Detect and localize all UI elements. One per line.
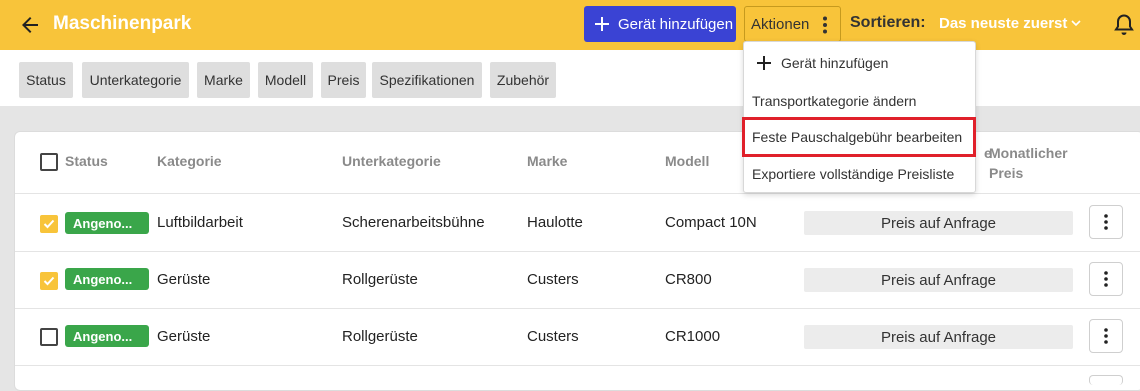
plus-icon [757, 56, 771, 70]
cell-kategorie: Luftbildarbeit [157, 214, 243, 231]
more-vertical-icon [1104, 214, 1108, 230]
select-all-checkbox[interactable] [40, 153, 58, 171]
actions-label: Aktionen [751, 15, 810, 33]
filter-modell[interactable]: Modell [258, 62, 313, 98]
chevron-down-icon[interactable] [1070, 17, 1082, 29]
row-divider [15, 365, 1140, 366]
column-unterkategorie[interactable]: Unterkategorie [342, 153, 441, 169]
more-vertical-icon [823, 16, 827, 34]
cell-unterkategorie: Scherenarbeitsbühne [342, 214, 485, 231]
row-checkbox[interactable] [40, 215, 58, 233]
column-monthly-label-2: Preis [989, 165, 1024, 181]
cell-kategorie: Gerüste [157, 328, 211, 345]
status-badge: Angeno... [65, 325, 149, 347]
row-menu-button[interactable] [1089, 375, 1123, 385]
column-monthly-price[interactable]: e Monatlicher Preis [984, 143, 1068, 183]
page-title: Maschinenpark [53, 13, 192, 34]
status-badge: Angeno... [65, 212, 149, 234]
filter-status[interactable]: Status [19, 62, 73, 98]
filter-marke[interactable]: Marke [197, 62, 250, 98]
cell-marke: Haulotte [527, 214, 583, 231]
row-checkbox[interactable] [40, 272, 58, 290]
cell-price: Preis auf Anfrage [804, 325, 1073, 349]
add-device-label: Gerät hinzufügen [618, 15, 734, 33]
sort-label: Sortieren: [850, 14, 926, 31]
plus-icon [595, 17, 609, 31]
cell-price: Preis auf Anfrage [804, 268, 1073, 292]
cell-modell: CR800 [665, 271, 712, 288]
cell-unterkategorie: Rollgerüste [342, 271, 418, 288]
column-price-fragment: e [984, 145, 992, 161]
add-device-button[interactable]: Gerät hinzufügen [584, 6, 736, 42]
filter-unterkategorie[interactable]: Unterkategorie [82, 62, 189, 98]
more-vertical-icon [1104, 328, 1108, 344]
row-divider [15, 308, 1140, 309]
filter-zubehoer[interactable]: Zubehör [490, 62, 556, 98]
cell-marke: Custers [527, 328, 579, 345]
cell-kategorie: Gerüste [157, 271, 211, 288]
menu-item-add-device[interactable]: Gerät hinzufügen [744, 46, 975, 80]
menu-item-label: Gerät hinzufügen [781, 55, 889, 71]
column-kategorie[interactable]: Kategorie [157, 153, 222, 169]
cell-price: Preis auf Anfrage [804, 211, 1073, 235]
status-badge: Angeno... [65, 268, 149, 290]
row-divider [15, 251, 1140, 252]
cell-modell: CR1000 [665, 328, 721, 345]
column-marke[interactable]: Marke [527, 153, 567, 169]
column-monthly-label-1: Monatlicher [989, 145, 1068, 161]
check-icon [43, 219, 55, 229]
cell-modell: Compact 10N [665, 214, 757, 231]
arrow-left-icon[interactable] [18, 13, 42, 37]
sort-select[interactable]: Das neuste zuerst [939, 15, 1067, 32]
check-icon [43, 276, 55, 286]
actions-button[interactable]: Aktionen [744, 6, 841, 42]
actions-dropdown: Gerät hinzufügen Transportkategorie ände… [743, 41, 976, 193]
column-modell[interactable]: Modell [665, 153, 709, 169]
row-menu-button[interactable] [1089, 205, 1123, 239]
cell-marke: Custers [527, 271, 579, 288]
menu-item-edit-flat-fee[interactable]: Feste Pauschalgebühr bearbeiten [744, 120, 975, 154]
bell-icon[interactable] [1114, 14, 1134, 36]
column-status[interactable]: Status [65, 153, 108, 169]
row-checkbox[interactable] [40, 328, 58, 346]
menu-item-change-transport[interactable]: Transportkategorie ändern [744, 84, 975, 118]
row-divider [15, 193, 1140, 194]
filter-spezifikationen[interactable]: Spezifikationen [372, 62, 482, 98]
more-vertical-icon [1104, 271, 1108, 287]
menu-item-export-pricelist[interactable]: Exportiere vollständige Preisliste [744, 157, 975, 191]
cell-unterkategorie: Rollgerüste [342, 328, 418, 345]
filter-preis[interactable]: Preis [321, 62, 366, 98]
row-menu-button[interactable] [1089, 319, 1123, 353]
row-menu-button[interactable] [1089, 262, 1123, 296]
